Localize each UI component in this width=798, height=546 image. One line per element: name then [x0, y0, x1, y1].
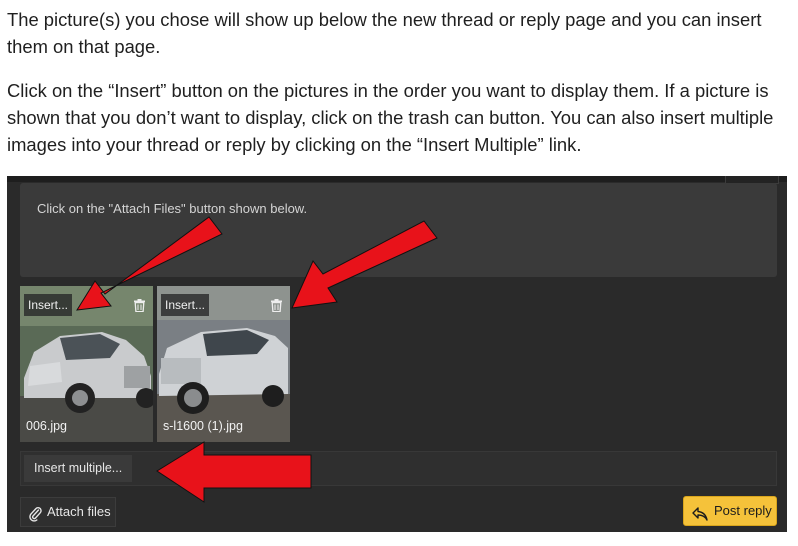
attachment-thumbnail-1: Insert... 006.jpg: [20, 286, 153, 442]
top-strip: [7, 176, 787, 182]
editor-text: Click on the "Attach Files" button shown…: [37, 201, 308, 216]
insert-multiple-button[interactable]: Insert multiple...: [24, 455, 133, 482]
attachment-filename: 006.jpg: [26, 419, 68, 433]
post-reply-button[interactable]: Post reply: [683, 496, 777, 526]
trash-icon[interactable]: [267, 294, 285, 316]
attach-files-label: Attach files: [47, 504, 111, 519]
attachment-thumbnail-2: Insert... s-l1600 (1).jpg: [157, 286, 290, 442]
insert-button[interactable]: Insert...: [161, 294, 210, 316]
paperclip-icon: [29, 504, 42, 532]
instruction-paragraph-2: Click on the “Insert” button on the pict…: [7, 80, 774, 155]
insert-button[interactable]: Insert...: [24, 294, 73, 316]
attachment-filename: s-l1600 (1).jpg: [163, 419, 243, 433]
forum-reply-screenshot: Click on the "Attach Files" button shown…: [7, 176, 787, 532]
trash-icon[interactable]: [130, 294, 148, 316]
post-reply-label: Post reply: [714, 503, 772, 518]
reply-arrow-icon: [692, 503, 708, 531]
instruction-paragraph-1: The picture(s) you chose will show up be…: [7, 9, 762, 57]
reply-editor[interactable]: Click on the "Attach Files" button shown…: [20, 183, 777, 277]
attach-files-button[interactable]: Attach files: [20, 497, 116, 527]
insert-multiple-row: Insert multiple...: [20, 451, 777, 486]
